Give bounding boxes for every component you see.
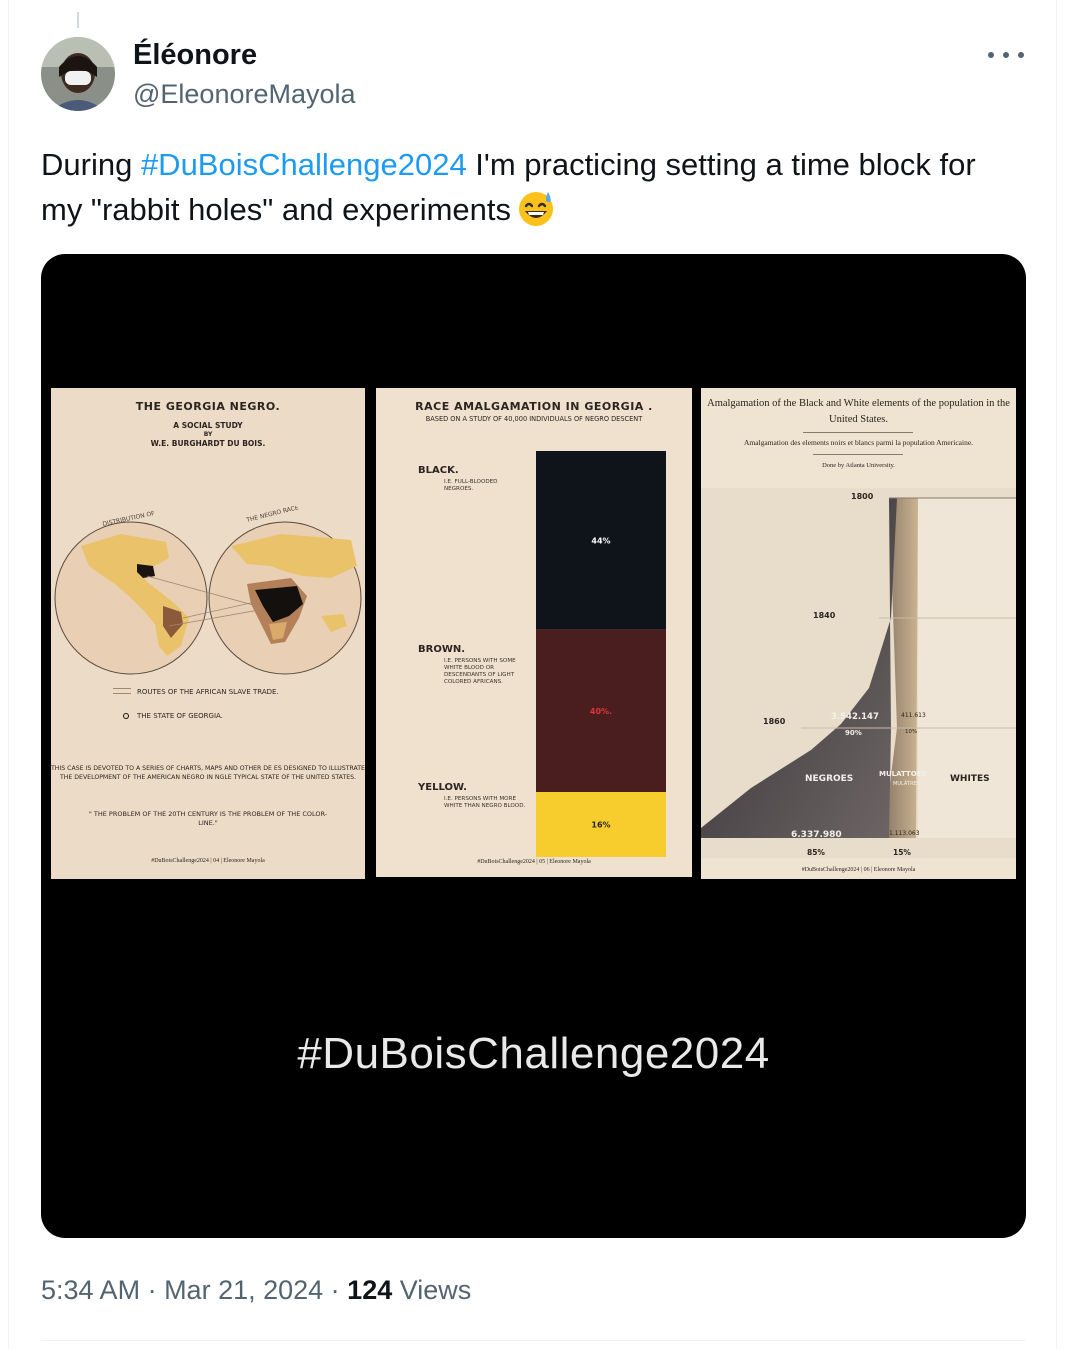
tweet-text: During #DuBoisChallenge2024 I'm practici… bbox=[41, 142, 1001, 232]
panel3-rule bbox=[813, 454, 903, 455]
avatar[interactable] bbox=[41, 37, 115, 111]
dubois-panel-race-amalgamation: RACE AMALGAMATION IN GEORGIA . BASED ON … bbox=[376, 388, 692, 877]
views-count: 124 bbox=[347, 1275, 393, 1305]
frame-border-right bbox=[1056, 0, 1057, 1349]
state-legend-marker bbox=[123, 713, 129, 719]
more-dot-icon bbox=[988, 52, 994, 58]
category-description: I.E. FULL-BLOODED NEGROES. bbox=[444, 479, 498, 492]
meta-separator: · bbox=[323, 1275, 348, 1305]
mulattoes-area-label: MULATTOES bbox=[879, 770, 927, 778]
negroes-bottom-pct: 85% bbox=[807, 848, 825, 857]
negroes-bottom-value: 6.337.980 bbox=[791, 830, 842, 840]
bar-value-label: 44% bbox=[591, 536, 610, 545]
mulattoes-bottom-pct: 15% bbox=[893, 848, 911, 857]
category-label: BLACK. bbox=[418, 465, 459, 476]
negroes-1860-value: 3.542.147 bbox=[831, 712, 879, 722]
tweet-date[interactable]: Mar 21, 2024 bbox=[164, 1275, 323, 1305]
panel1-quote: " THE PROBLEM OF THE 20TH CENTURY IS THE… bbox=[88, 810, 328, 827]
panel3-credit: Done by Atlanta University. bbox=[822, 462, 895, 469]
dubois-panel-georgia-negro: THE GEORGIA NEGRO. A SOCIAL STUDY BY W.E… bbox=[51, 388, 365, 879]
routes-legend-swatch bbox=[113, 688, 131, 694]
panel1-legend-state: THE STATE OF GEORGIA. bbox=[137, 712, 223, 720]
more-dot-icon bbox=[1018, 52, 1024, 58]
panel1-paragraph: THIS CASE IS DEVOTED TO A SERIES OF CHAR… bbox=[51, 765, 365, 781]
tweet-text-part: During bbox=[41, 147, 141, 182]
meta-separator: · bbox=[140, 1275, 165, 1305]
hashtag-link[interactable]: #DuBoisChallenge2024 bbox=[141, 147, 467, 182]
grinning-face-with-sweat-icon bbox=[517, 189, 555, 227]
panel1-author: W.E. BURGHARDT DU BOIS. bbox=[150, 439, 266, 448]
category-label: BROWN. bbox=[418, 643, 466, 655]
mulattoes-1860-pct: 10% bbox=[905, 729, 918, 735]
tweet-media-image[interactable]: THE GEORGIA NEGRO. A SOCIAL STUDY BY W.E… bbox=[41, 254, 1026, 1238]
panel2-subtitle: BASED ON A STUDY OF 40,000 INDIVIDUALS O… bbox=[425, 415, 643, 423]
negroes-1860-pct: 90% bbox=[845, 729, 862, 737]
thread-connector-line bbox=[77, 12, 79, 28]
panel3-footer: #DuBoisChallenge2024 | 06 | Eleonore May… bbox=[801, 867, 916, 873]
author-name[interactable]: Éléonore bbox=[133, 38, 257, 72]
year-1840-label: 1840 bbox=[813, 611, 836, 620]
panel1-legend-routes: ROUTES OF THE AFRICAN SLAVE TRADE. bbox=[137, 688, 279, 696]
panel1-footer: #DuBoisChallenge2024 | 04 | Eleonore May… bbox=[151, 858, 265, 864]
bar-value-label: 16% bbox=[591, 821, 610, 830]
amalgamation-area-chart bbox=[701, 488, 1016, 858]
panel3-title: Amalgamation of the Black and White elem… bbox=[707, 398, 1010, 425]
whites-area-label: WHITES bbox=[950, 774, 990, 784]
panel2-title: RACE AMALGAMATION IN GEORGIA . bbox=[415, 400, 653, 413]
panel1-arc-right: THE NEGRO RACE bbox=[245, 506, 300, 524]
tweet-meta: 5:34 AM · Mar 21, 2024 · 124 Views bbox=[41, 1270, 471, 1310]
category-label: YELLOW. bbox=[418, 782, 467, 794]
bar-value-label: 40%. bbox=[590, 707, 612, 716]
category-description: I.E. PERSONS WITH MORE WHITE THAN NEGRO … bbox=[444, 796, 526, 810]
year-1860-label: 1860 bbox=[763, 717, 786, 726]
negroes-area-label: NEGROES bbox=[805, 774, 854, 784]
mulattoes-fr-label: MULÂTRES bbox=[893, 781, 920, 787]
panel3-rule bbox=[803, 432, 913, 433]
mulattoes-1860-value: 411.613 bbox=[901, 712, 926, 719]
panel2-footer: #DuBoisChallenge2024 | 05 | Eleonore May… bbox=[477, 859, 591, 865]
race-amalgamation-bar-chart: 44% 40%. 16% bbox=[536, 451, 666, 857]
tweet-time[interactable]: 5:34 AM bbox=[41, 1275, 140, 1305]
mulattoes-bottom-value: 1.113.063 bbox=[889, 830, 920, 837]
frame-border-left bbox=[8, 0, 9, 1349]
views-label: Views bbox=[392, 1275, 472, 1305]
category-description: I.E. PERSONS WITH SOME WHITE BLOOD OR DE… bbox=[444, 657, 516, 685]
year-1800-label: 1800 bbox=[851, 492, 874, 501]
more-dot-icon bbox=[1003, 52, 1009, 58]
panel1-title: THE GEORGIA NEGRO. bbox=[135, 400, 281, 413]
author-handle[interactable]: @EleonoreMayola bbox=[133, 77, 356, 111]
dubois-panel-us-amalgamation: Amalgamation of the Black and White elem… bbox=[701, 388, 1016, 879]
media-caption-hashtag: #DuBoisChallenge2024 bbox=[297, 1029, 770, 1078]
divider bbox=[41, 1340, 1026, 1341]
panel1-subtitle: A SOCIAL STUDY bbox=[173, 421, 243, 430]
panel3-subtitle-fr: Amalgamation des elements noirs et blanc… bbox=[743, 438, 974, 447]
panel1-by: BY bbox=[203, 431, 213, 438]
more-options-button[interactable] bbox=[988, 40, 1024, 70]
world-hemispheres-map: DISTRIBUTION OF THE NEGRO RACE bbox=[54, 506, 362, 675]
